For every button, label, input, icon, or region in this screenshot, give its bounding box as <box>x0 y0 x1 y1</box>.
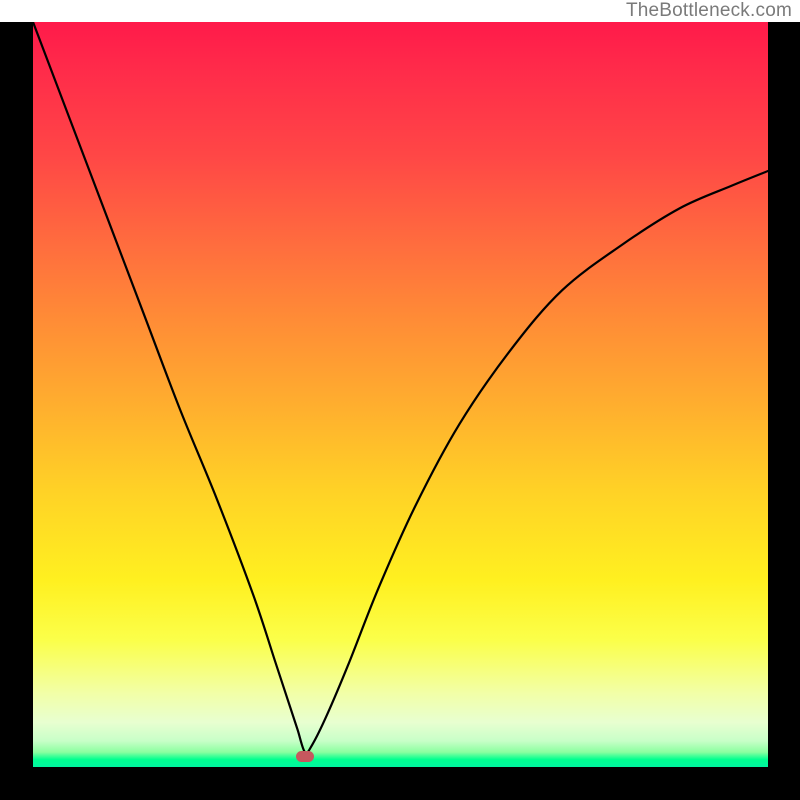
plot-area <box>33 22 768 767</box>
bottleneck-curve <box>33 22 768 753</box>
minimum-marker <box>296 751 314 762</box>
watermark-text: TheBottleneck.com <box>626 0 792 22</box>
curve-layer <box>33 22 768 767</box>
chart-stage: TheBottleneck.com <box>0 0 800 800</box>
